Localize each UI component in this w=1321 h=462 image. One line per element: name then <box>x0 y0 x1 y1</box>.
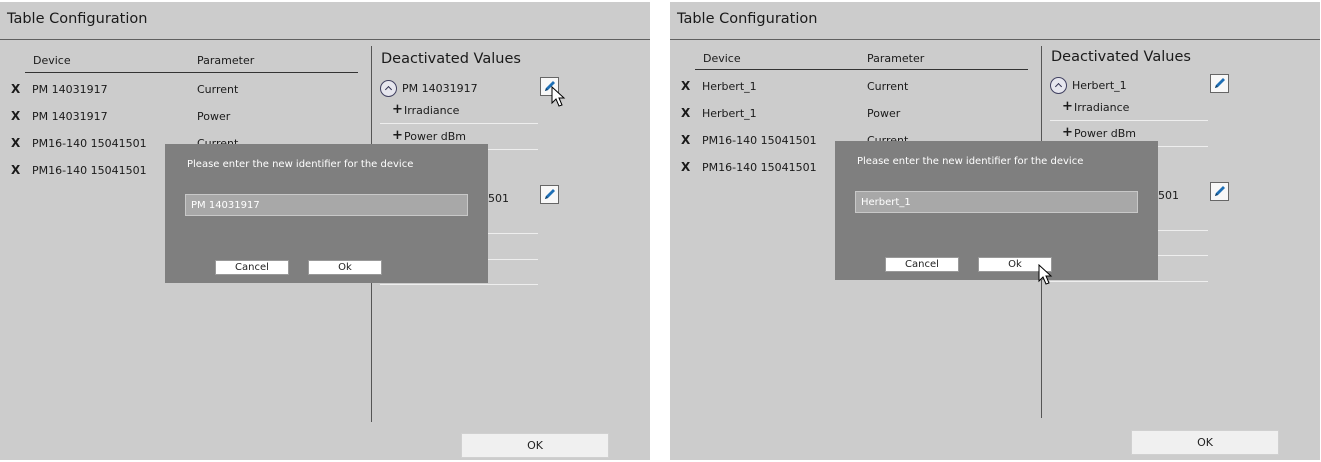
remove-row-button[interactable]: X <box>681 79 690 93</box>
deactivated-item-label: Irradiance <box>1074 101 1130 114</box>
deactivated-item: + Irradiance <box>1050 97 1208 121</box>
pencil-icon <box>1215 186 1225 196</box>
remove-row-button[interactable]: X <box>11 163 20 177</box>
table-row: X Herbert_1 Current <box>670 73 1030 99</box>
header-divider <box>25 72 358 73</box>
edit-device-button[interactable] <box>540 185 559 204</box>
row-divider <box>1050 281 1208 282</box>
deactivated-group-name: 501 <box>488 192 509 205</box>
deactivated-group-name: PM 14031917 <box>402 82 478 95</box>
pencil-icon <box>545 189 555 199</box>
device-name: Herbert_1 <box>702 107 757 120</box>
collapse-icon[interactable] <box>1050 77 1067 94</box>
add-value-button[interactable]: + <box>1062 125 1073 140</box>
dialog-prompt: Please enter the new identifier for the … <box>857 156 1084 167</box>
table-configuration-panel-before: Table Configuration Device Parameter X P… <box>0 2 650 460</box>
rename-device-dialog: Please enter the new identifier for the … <box>835 141 1158 280</box>
dialog-ok-button[interactable]: Ok <box>978 257 1052 272</box>
window-title: Table Configuration <box>7 11 148 27</box>
row-divider <box>380 284 538 285</box>
table-row: X PM 14031917 Power <box>0 103 360 129</box>
deactivated-values-heading: Deactivated Values <box>381 51 521 67</box>
deactivated-values-heading: Deactivated Values <box>1051 49 1191 65</box>
deactivated-item: + Irradiance <box>380 100 538 124</box>
add-value-button[interactable]: + <box>392 102 403 117</box>
deactivated-item-label: Irradiance <box>404 104 460 117</box>
ok-button[interactable]: OK <box>1131 430 1279 455</box>
edit-device-button[interactable] <box>1210 182 1229 201</box>
deactivated-group-name: Herbert_1 <box>1072 79 1127 92</box>
dialog-ok-button[interactable]: Ok <box>308 260 382 275</box>
add-value-button[interactable]: + <box>392 128 403 143</box>
title-divider <box>0 39 650 40</box>
device-name: PM16-140 15041501 <box>702 161 817 174</box>
device-name: PM 14031917 <box>32 110 108 123</box>
rename-device-dialog: Please enter the new identifier for the … <box>165 144 488 283</box>
table-configuration-panel-after: Table Configuration Device Parameter X H… <box>670 2 1320 460</box>
remove-row-button[interactable]: X <box>681 106 690 120</box>
device-name: PM16-140 15041501 <box>32 137 147 150</box>
deactivated-item-label: Power dBm <box>404 130 466 143</box>
device-identifier-input[interactable] <box>855 191 1138 213</box>
device-name: PM16-140 15041501 <box>32 164 147 177</box>
parameter-name: Power <box>197 110 231 123</box>
pencil-icon <box>545 81 555 91</box>
device-name: Herbert_1 <box>702 80 757 93</box>
column-header-device: Device <box>703 52 741 65</box>
remove-row-button[interactable]: X <box>681 160 690 174</box>
table-row: X Herbert_1 Power <box>670 100 1030 126</box>
edit-device-button[interactable] <box>540 77 559 96</box>
device-identifier-input[interactable] <box>185 194 468 216</box>
add-value-button[interactable]: + <box>1062 99 1073 114</box>
pencil-icon <box>1215 78 1225 88</box>
deactivated-item-label: Power dBm <box>1074 127 1136 140</box>
remove-row-button[interactable]: X <box>11 136 20 150</box>
ok-button[interactable]: OK <box>461 433 609 458</box>
device-name: PM16-140 15041501 <box>702 134 817 147</box>
remove-row-button[interactable]: X <box>11 82 20 96</box>
parameter-name: Current <box>197 83 239 96</box>
column-header-parameter: Parameter <box>197 54 255 67</box>
column-header-parameter: Parameter <box>867 52 925 65</box>
device-name: PM 14031917 <box>32 83 108 96</box>
parameter-name: Current <box>867 80 909 93</box>
remove-row-button[interactable]: X <box>11 109 20 123</box>
edit-device-button[interactable] <box>1210 74 1229 93</box>
cancel-button[interactable]: Cancel <box>215 260 289 275</box>
title-divider <box>670 39 1320 40</box>
table-row: X PM 14031917 Current <box>0 76 360 102</box>
cancel-button[interactable]: Cancel <box>885 257 959 272</box>
collapse-icon[interactable] <box>380 80 397 97</box>
parameter-name: Power <box>867 107 901 120</box>
remove-row-button[interactable]: X <box>681 133 690 147</box>
header-divider <box>695 69 1028 70</box>
window-title: Table Configuration <box>677 11 818 27</box>
deactivated-group-name: 501 <box>1158 189 1179 202</box>
dialog-prompt: Please enter the new identifier for the … <box>187 159 414 170</box>
column-header-device: Device <box>33 54 71 67</box>
